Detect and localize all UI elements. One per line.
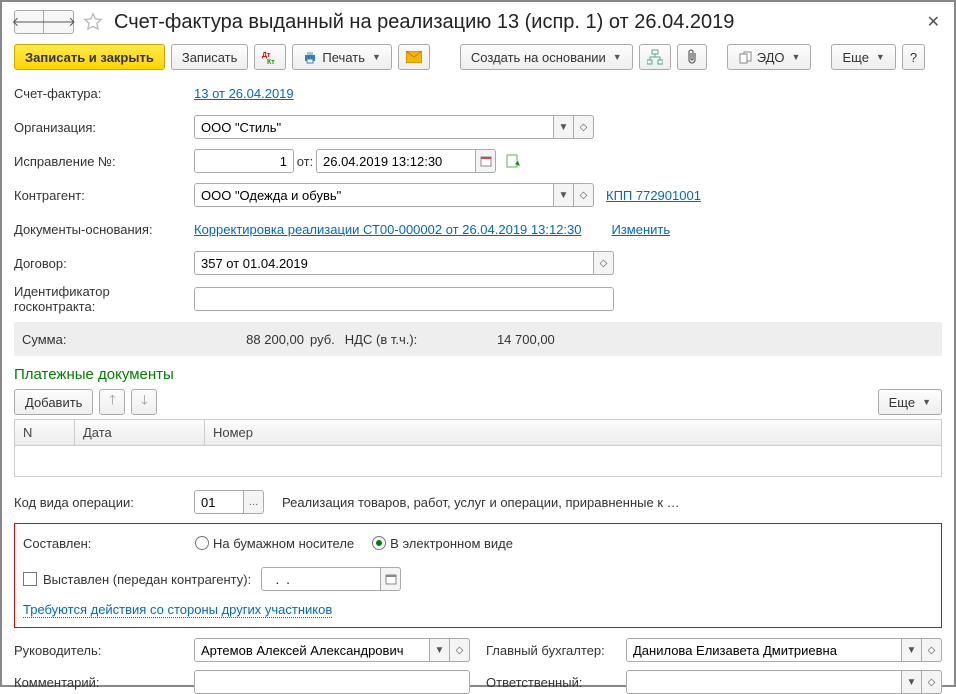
save-button[interactable]: Записать (171, 44, 249, 70)
org-open-icon[interactable]: ◇ (574, 115, 594, 139)
vat-label: НДС (в т.ч.): (345, 332, 445, 347)
responsible-dropdown-icon[interactable]: ▼ (902, 670, 922, 694)
payments-section-title: Платежные документы (14, 366, 942, 383)
contract-input[interactable] (194, 251, 594, 275)
col-date[interactable]: Дата (75, 420, 205, 445)
favorite-star-icon[interactable] (82, 11, 104, 33)
comment-label: Комментарий: (14, 675, 194, 690)
contract-label: Договор: (14, 256, 194, 271)
col-n[interactable]: N (15, 420, 75, 445)
head-open-icon[interactable]: ◇ (450, 638, 470, 662)
nav-forward-button[interactable]: 🡒 (44, 10, 74, 34)
add-payment-button[interactable]: Добавить (14, 389, 93, 415)
responsible-open-icon[interactable]: ◇ (922, 670, 942, 694)
from-label: от: (294, 154, 316, 169)
action-required-link[interactable]: Требуются действия со стороны других уча… (23, 602, 332, 618)
edo-icon (738, 50, 752, 64)
more-button[interactable]: Еще▼ (831, 44, 895, 70)
head-input[interactable] (194, 638, 430, 662)
hierarchy-icon (647, 49, 663, 65)
comment-input[interactable] (194, 670, 470, 694)
col-number[interactable]: Номер (205, 420, 941, 445)
dt-kt-icon: ДтКт (262, 49, 278, 65)
basis-label: Документы-основания: (14, 222, 194, 237)
acc-open-icon[interactable]: ◇ (922, 638, 942, 662)
sum-bar: Сумма: 88 200,00 руб. НДС (в т.ч.): 14 7… (14, 322, 942, 356)
sum-label: Сумма: (22, 332, 194, 347)
svg-text:Кт: Кт (267, 59, 275, 65)
head-dropdown-icon[interactable]: ▼ (430, 638, 450, 662)
save-and-close-button[interactable]: Записать и закрыть (14, 44, 165, 70)
svg-text:Дт: Дт (262, 52, 271, 59)
envelope-icon (406, 51, 422, 63)
nav-back-button[interactable]: 🡐 (14, 10, 44, 34)
govid-input[interactable] (194, 287, 614, 311)
change-link[interactable]: Изменить (612, 222, 671, 237)
structure-button[interactable] (639, 44, 671, 70)
basis-doc-link[interactable]: Корректировка реализации СТ00-000002 от … (194, 222, 582, 237)
corr-date-input[interactable] (316, 149, 476, 173)
printer-icon (303, 50, 317, 64)
invoice-link[interactable]: 13 от 26.04.2019 (194, 86, 294, 101)
counterparty-label: Контрагент: (14, 188, 194, 203)
move-down-button[interactable]: 🡓 (131, 389, 157, 415)
contract-open-icon[interactable]: ◇ (594, 251, 614, 275)
move-up-button[interactable]: 🡑 (99, 389, 125, 415)
attachment-button[interactable] (677, 44, 707, 70)
counterparty-input[interactable] (194, 183, 554, 207)
composed-label: Составлен: (23, 536, 195, 551)
opcode-desc: Реализация товаров, работ, услуг и опера… (282, 495, 680, 510)
responsible-label: Ответственный: (486, 675, 626, 690)
radio-electronic-label: В электронном виде (390, 536, 513, 551)
issued-checkbox[interactable] (23, 572, 37, 586)
help-button[interactable]: ? (902, 44, 925, 70)
radio-paper-label: На бумажном носителе (213, 536, 354, 551)
radio-electronic[interactable] (372, 536, 386, 550)
radio-paper[interactable] (195, 536, 209, 550)
sum-value: 88 200,00 (194, 332, 304, 347)
acc-label: Главный бухгалтер: (486, 643, 626, 658)
dt-kt-button[interactable]: ДтКт (254, 44, 286, 70)
paperclip-icon (685, 49, 699, 65)
payments-empty-body (15, 446, 941, 476)
invoice-label: Счет-фактура: (14, 86, 194, 101)
acc-input[interactable] (626, 638, 902, 662)
corr-number-input[interactable] (194, 149, 294, 173)
edo-button[interactable]: ЭДО▼ (727, 44, 812, 70)
opcode-label: Код вида операции: (14, 495, 194, 510)
opcode-input[interactable] (194, 490, 244, 514)
org-dropdown-icon[interactable]: ▼ (554, 115, 574, 139)
refresh-icon[interactable] (506, 154, 522, 168)
responsible-input[interactable] (626, 670, 902, 694)
acc-dropdown-icon[interactable]: ▼ (902, 638, 922, 662)
highlighted-section: Составлен: На бумажном носителе В электр… (14, 523, 942, 628)
page-title: Счет-фактура выданный на реализацию 13 (… (114, 11, 734, 34)
counterparty-dropdown-icon[interactable]: ▼ (554, 183, 574, 207)
create-based-on-button[interactable]: Создать на основании▼ (460, 44, 633, 70)
currency-label: руб. (310, 332, 335, 347)
opcode-select-icon[interactable]: … (244, 490, 264, 514)
email-button[interactable] (398, 44, 430, 70)
issued-calendar-icon[interactable] (381, 567, 401, 591)
vat-value: 14 700,00 (445, 332, 555, 347)
close-icon[interactable]: ✕ (927, 12, 940, 32)
payments-table: N Дата Номер (14, 419, 942, 477)
issued-label: Выставлен (передан контрагенту): (43, 572, 251, 587)
head-label: Руководитель: (14, 643, 194, 658)
govid-label: Идентификатор госконтракта: (14, 284, 194, 314)
payments-more-button[interactable]: Еще▼ (878, 389, 942, 415)
kpp-link[interactable]: КПП 772901001 (606, 188, 701, 203)
corr-label: Исправление №: (14, 154, 194, 169)
print-button[interactable]: Печать▼ (292, 44, 392, 70)
org-label: Организация: (14, 120, 194, 135)
counterparty-open-icon[interactable]: ◇ (574, 183, 594, 207)
calendar-icon[interactable] (476, 149, 496, 173)
org-input[interactable] (194, 115, 554, 139)
issued-date-input[interactable] (261, 567, 381, 591)
